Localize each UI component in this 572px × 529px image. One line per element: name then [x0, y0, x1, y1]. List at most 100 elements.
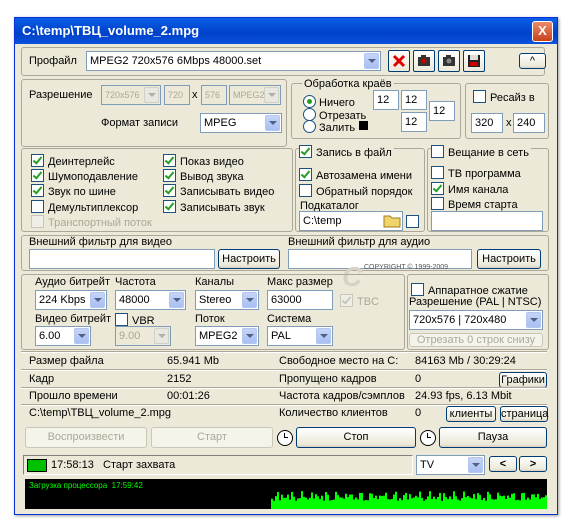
stream-label: Поток — [195, 313, 225, 325]
resize-width-input[interactable]: 320 — [471, 113, 503, 133]
system-value: PAL — [271, 330, 291, 342]
edge-left-input[interactable]: 12 — [429, 101, 455, 121]
format-select[interactable]: MPEG — [200, 113, 282, 133]
tv-program-checkbox[interactable]: ТВ программа — [431, 166, 521, 180]
option-checkbox-2[interactable]: Звук по шине — [31, 184, 116, 198]
option-checkbox-1[interactable]: Шумоподавление — [31, 169, 138, 183]
start-button[interactable]: Старт — [151, 427, 273, 448]
cpu-bar — [435, 499, 437, 509]
cut-lines-button[interactable]: Отрезать 0 строк снизу — [409, 333, 543, 347]
cpu-bar — [369, 493, 371, 509]
save-profile-button[interactable] — [463, 50, 485, 72]
channel-name-checkbox[interactable]: Имя канала — [431, 182, 508, 196]
play-button[interactable]: Воспроизвести — [25, 427, 147, 448]
chevron-down-icon[interactable] — [265, 115, 280, 131]
delete-profile-button[interactable] — [388, 50, 410, 72]
chevron-down-icon[interactable] — [74, 328, 89, 344]
cpu-bar — [443, 493, 445, 509]
autorename-checkbox[interactable]: Автозамена имени — [299, 168, 412, 182]
chevron-down-icon[interactable] — [242, 328, 257, 344]
broadcast-checkbox[interactable]: Вещание в сеть — [431, 145, 531, 159]
chevron-down-icon[interactable] — [264, 87, 279, 103]
profile-action-button-1[interactable] — [413, 50, 435, 72]
cpu-bar — [349, 494, 351, 509]
cpu-bar — [519, 500, 521, 509]
cpu-bar — [277, 491, 279, 509]
chevron-down-icon[interactable] — [154, 328, 169, 344]
start-time-checkbox[interactable]: Время старта — [431, 197, 518, 211]
channels-select[interactable]: Stereo — [195, 290, 259, 310]
vbr-checkbox[interactable]: VBR — [115, 313, 155, 327]
next-button[interactable]: > — [519, 456, 547, 472]
codec-select[interactable]: MPEG2 — [229, 85, 281, 105]
chevron-down-icon[interactable] — [468, 457, 483, 473]
edge-top-input[interactable]: 12 — [373, 90, 399, 110]
folder-open-icon[interactable] — [383, 212, 401, 229]
view-option-checkbox-3[interactable]: Записывать звук — [163, 200, 265, 214]
cpu-bar — [293, 496, 295, 509]
edge-bottom-input[interactable]: 12 — [401, 112, 427, 132]
hw-compression-checkbox[interactable]: Аппаратное сжатие — [411, 283, 528, 297]
cpu-bar — [289, 499, 291, 509]
edge-fill-radio[interactable]: Залить — [303, 120, 355, 134]
chevron-down-icon[interactable] — [242, 292, 257, 308]
resolution-height-input[interactable]: 576 — [201, 85, 227, 105]
chevron-down-icon[interactable] — [169, 292, 184, 308]
graphs-button[interactable]: Графики — [499, 372, 547, 388]
close-button[interactable]: X — [532, 21, 553, 42]
vbr-select[interactable]: 9.00 — [115, 326, 171, 346]
max-size-input[interactable]: 63000 — [267, 290, 333, 310]
audio-bitrate-select[interactable]: 224 Kbps — [35, 290, 107, 310]
prev-button[interactable]: < — [489, 456, 517, 472]
collapse-button[interactable]: ^ — [519, 53, 546, 69]
cpu-bar — [527, 497, 529, 509]
tbc-checkbox[interactable]: TBC — [340, 294, 379, 308]
cpu-bar — [397, 500, 399, 509]
edge-right-input[interactable]: 12 — [401, 90, 427, 110]
stream-select[interactable]: MPEG2 — [195, 326, 259, 346]
fill-color-swatch[interactable] — [359, 121, 368, 130]
profile-select[interactable]: MPEG2 720x576 6Mbps 48000.set — [86, 51, 381, 71]
page-button[interactable]: страница — [500, 406, 548, 422]
view-option-checkbox-2[interactable]: Записывать видео — [163, 184, 274, 198]
clients-button[interactable]: клиенты — [446, 406, 496, 422]
pause-button[interactable]: Пауза — [439, 427, 547, 448]
broadcast-input[interactable] — [431, 211, 543, 231]
resize-height-input[interactable]: 240 — [513, 113, 545, 133]
option-checkbox-3[interactable]: Демультиплексор — [31, 200, 138, 214]
cpu-bar — [439, 493, 441, 509]
clock-icon[interactable] — [420, 430, 436, 446]
chevron-down-icon[interactable] — [364, 53, 379, 69]
resize-checkbox[interactable]: Ресайз в — [473, 90, 535, 104]
edge-fill-label: Залить — [319, 122, 356, 134]
hw-resolution-select[interactable]: 720x576 | 720x480 — [409, 310, 543, 330]
system-select[interactable]: PAL — [267, 326, 333, 346]
chevron-down-icon[interactable] — [144, 87, 159, 103]
frequency-select[interactable]: 48000 — [115, 290, 186, 310]
view-option-checkbox-0[interactable]: Показ видео — [163, 154, 244, 168]
video-filter-input[interactable] — [29, 249, 215, 269]
video-filter-configure-button[interactable]: Настроить — [218, 249, 280, 269]
chevron-down-icon[interactable] — [526, 312, 541, 328]
stop-button[interactable]: Стоп — [296, 427, 416, 448]
write-file-checkbox[interactable]: Запись в файл — [299, 145, 394, 159]
option-checkbox-0[interactable]: Деинтерлейс — [31, 154, 115, 168]
chevron-down-icon[interactable] — [316, 328, 331, 344]
video-bitrate-select[interactable]: 6.00 — [35, 326, 91, 346]
resolution-width-input[interactable]: 720 — [164, 85, 190, 105]
reverse-order-checkbox[interactable]: Обратный порядок — [299, 184, 412, 198]
profile-action-button-2[interactable] — [438, 50, 460, 72]
chevron-down-icon[interactable] — [90, 292, 105, 308]
view-option-checkbox-1[interactable]: Вывод звука — [163, 169, 244, 183]
source-select[interactable]: TV — [416, 455, 485, 475]
option-checkbox-4[interactable]: Транспортный поток — [31, 215, 152, 229]
write-file-label: Запись в файл — [316, 147, 392, 159]
title-bar[interactable]: C:\temp\ТВЦ_volume_2.mpg X — [15, 18, 557, 44]
cpu-bar — [377, 499, 379, 509]
cpu-bar — [281, 494, 283, 509]
resolution-preset-select[interactable]: 720x576 — [101, 85, 161, 105]
clock-icon[interactable] — [277, 430, 293, 446]
subdir-checkbox[interactable] — [406, 215, 419, 228]
audio-filter-configure-button[interactable]: Настроить — [477, 249, 541, 269]
edge-none-radio[interactable]: Ничего — [303, 95, 355, 109]
